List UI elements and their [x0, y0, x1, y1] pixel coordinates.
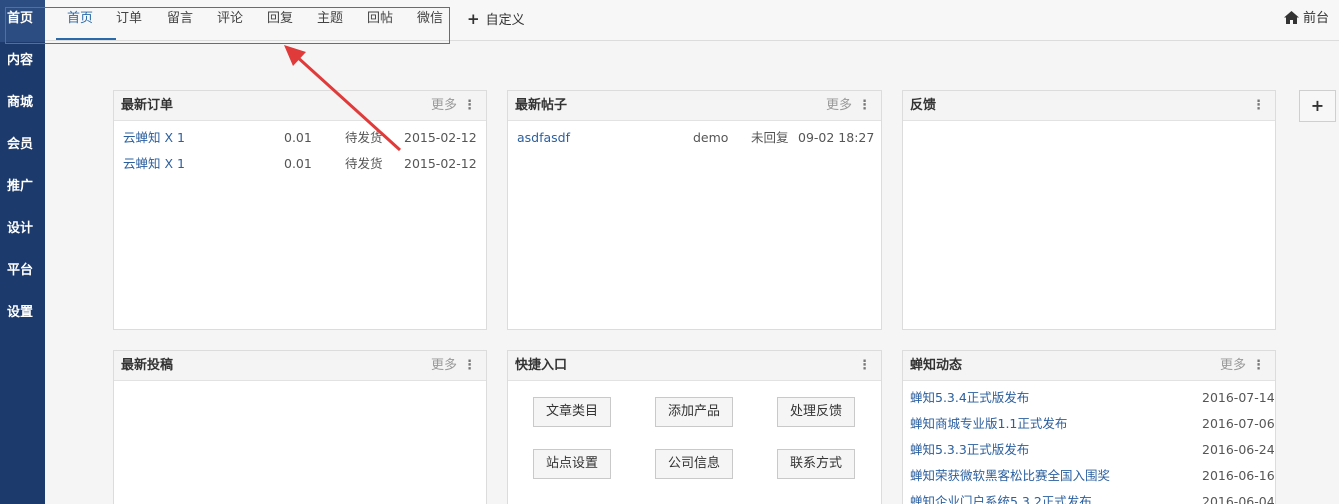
list-item: 蝉知企业门户系统5.3.2正式发布 2016-06-04	[903, 489, 1275, 504]
thread-time: 09-02 18:27	[798, 130, 875, 145]
panel-title: 最新投稿	[121, 358, 174, 373]
list-item: 蝉知荣获微软黑客松比赛全国入围奖 2016-06-16	[903, 463, 1275, 489]
add-widget-button[interactable]: +	[1299, 90, 1336, 122]
main-sidebar: 首页 内容 商城 会员 推广 设计 平台 设置	[0, 0, 45, 504]
tab-orders[interactable]: 订单	[116, 0, 142, 40]
thread-author: demo	[693, 130, 729, 145]
order-product-link[interactable]: 云蝉知 X 1	[123, 151, 185, 177]
home-icon	[1283, 2, 1299, 40]
frontend-label: 前台	[1302, 11, 1329, 26]
list-item: 蝉知5.3.4正式版发布 2016-07-14	[903, 385, 1275, 411]
order-date: 2015-02-12	[404, 156, 477, 171]
sidebar-item-home[interactable]: 首页	[0, 0, 45, 42]
news-date: 2016-06-04	[1202, 494, 1275, 504]
tab-posts[interactable]: 回帖	[367, 0, 393, 40]
plus-icon: +	[467, 10, 480, 28]
tab-topics[interactable]: 主题	[317, 0, 343, 40]
panel-header: 最新投稿 更多 ⋮	[114, 351, 486, 381]
news-title-link[interactable]: 蝉知5.3.4正式版发布	[910, 385, 1029, 411]
panel-title: 蝉知动态	[910, 358, 963, 373]
shortcut-contact-button[interactable]: 联系方式	[777, 449, 855, 479]
panel-header: 最新帖子 更多 ⋮	[508, 91, 881, 121]
shortcut-company-info-button[interactable]: 公司信息	[655, 449, 733, 479]
sidebar-item-content[interactable]: 内容	[0, 42, 45, 84]
sidebar-item-settings[interactable]: 设置	[0, 294, 45, 336]
frontend-link[interactable]: 前台	[1283, 0, 1329, 40]
kebab-menu-icon[interactable]: ⋮	[858, 351, 871, 380]
shortcut-article-category-button[interactable]: 文章类目	[533, 397, 611, 427]
panel-header: 反馈 ⋮	[903, 91, 1275, 121]
order-date: 2015-02-12	[404, 130, 477, 145]
table-row: asdfasdf demo 未回复 09-02 18:27	[508, 125, 881, 151]
tab-replies[interactable]: 回复	[267, 0, 293, 40]
more-link[interactable]: 更多	[1220, 351, 1246, 380]
panel-title: 最新订单	[121, 98, 174, 113]
thread-status: 未回复	[751, 130, 789, 145]
news-date: 2016-07-14	[1202, 390, 1275, 405]
kebab-menu-icon[interactable]: ⋮	[1252, 91, 1265, 120]
kebab-menu-icon[interactable]: ⋮	[463, 91, 476, 120]
tab-wechat[interactable]: 微信	[417, 0, 443, 40]
sidebar-item-platform[interactable]: 平台	[0, 252, 45, 294]
panel-feedback: 反馈 ⋮	[902, 90, 1276, 330]
kebab-menu-icon[interactable]: ⋮	[858, 91, 871, 120]
kebab-menu-icon[interactable]: ⋮	[463, 351, 476, 380]
panel-title: 快捷入口	[515, 358, 568, 373]
panel-header: 快捷入口 ⋮	[508, 351, 881, 381]
list-item: 蝉知商城专业版1.1正式发布 2016-07-06	[903, 411, 1275, 437]
table-row: 云蝉知 X 1 0.01 待发货 2015-02-12	[114, 151, 486, 177]
tab-home[interactable]: 首页	[56, 0, 116, 40]
order-amount: 0.01	[284, 130, 312, 145]
list-item: 蝉知5.3.3正式版发布 2016-06-24	[903, 437, 1275, 463]
news-title-link[interactable]: 蝉知荣获微软黑客松比赛全国入围奖	[910, 463, 1110, 489]
panel-latest-threads: 最新帖子 更多 ⋮ asdfasdf demo 未回复 09-02 18:27	[507, 90, 882, 330]
news-title-link[interactable]: 蝉知5.3.3正式版发布	[910, 437, 1029, 463]
shortcut-handle-feedback-button[interactable]: 处理反馈	[777, 397, 855, 427]
top-navbar: 首页 订单 留言 评论 回复 主题 回帖 微信 + 自定义 前台	[45, 0, 1339, 41]
panel-latest-submissions: 最新投稿 更多 ⋮	[113, 350, 487, 504]
table-row: 云蝉知 X 1 0.01 待发货 2015-02-12	[114, 125, 486, 151]
sidebar-item-shop[interactable]: 商城	[0, 84, 45, 126]
sidebar-item-promotion[interactable]: 推广	[0, 168, 45, 210]
customize-button[interactable]: + 自定义	[467, 0, 525, 40]
shortcut-site-settings-button[interactable]: 站点设置	[533, 449, 611, 479]
customize-label: 自定义	[485, 13, 525, 28]
panel-header: 最新订单 更多 ⋮	[114, 91, 486, 121]
news-title-link[interactable]: 蝉知商城专业版1.1正式发布	[910, 411, 1067, 437]
order-product-link[interactable]: 云蝉知 X 1	[123, 125, 185, 151]
panel-title: 反馈	[910, 98, 937, 113]
panel-shortcuts: 快捷入口 ⋮ 文章类目 添加产品 处理反馈 站点设置 公司信息 联系方式	[507, 350, 882, 504]
thread-title-link[interactable]: asdfasdf	[517, 125, 570, 151]
shortcut-add-product-button[interactable]: 添加产品	[655, 397, 733, 427]
more-link[interactable]: 更多	[826, 91, 852, 120]
tab-comments[interactable]: 评论	[217, 0, 243, 40]
order-status: 待发货	[345, 130, 383, 145]
panel-title: 最新帖子	[515, 98, 568, 113]
panel-header: 蝉知动态 更多 ⋮	[903, 351, 1275, 381]
news-date: 2016-06-16	[1202, 468, 1275, 483]
order-status: 待发货	[345, 156, 383, 171]
more-link[interactable]: 更多	[431, 351, 457, 380]
news-date: 2016-07-06	[1202, 416, 1275, 431]
news-date: 2016-06-24	[1202, 442, 1275, 457]
news-title-link[interactable]: 蝉知企业门户系统5.3.2正式发布	[910, 489, 1092, 504]
panel-latest-orders: 最新订单 更多 ⋮ 云蝉知 X 1 0.01 待发货 2015-02-12 云蝉…	[113, 90, 487, 330]
kebab-menu-icon[interactable]: ⋮	[1252, 351, 1265, 380]
more-link[interactable]: 更多	[431, 91, 457, 120]
panel-news: 蝉知动态 更多 ⋮ 蝉知5.3.4正式版发布 2016-07-14 蝉知商城专业…	[902, 350, 1276, 504]
sidebar-item-design[interactable]: 设计	[0, 210, 45, 252]
tab-messages[interactable]: 留言	[167, 0, 193, 40]
sidebar-item-members[interactable]: 会员	[0, 126, 45, 168]
order-amount: 0.01	[284, 156, 312, 171]
